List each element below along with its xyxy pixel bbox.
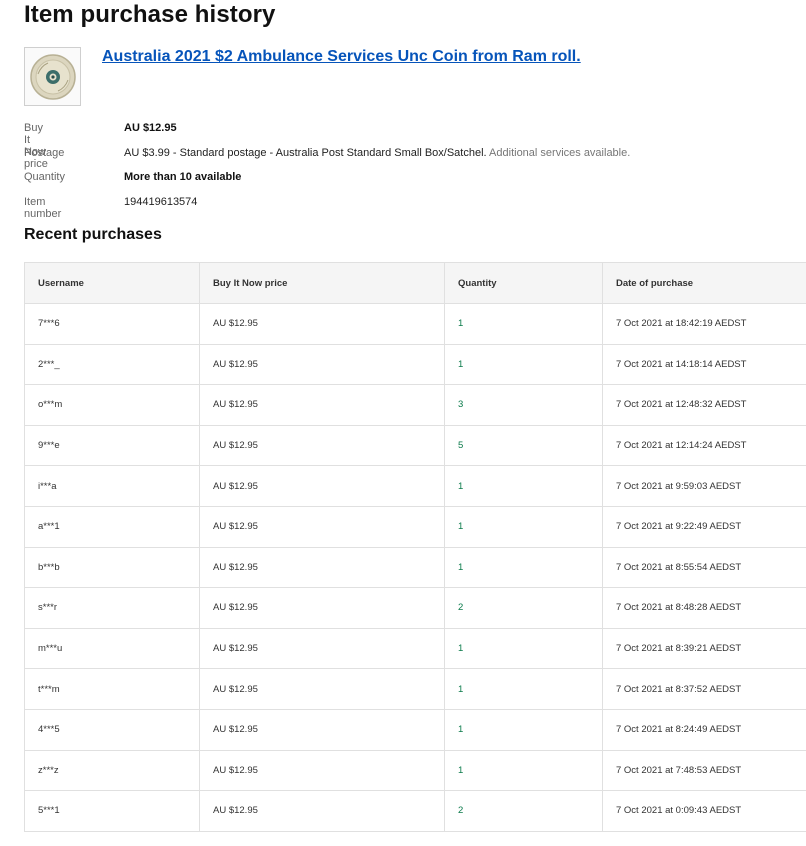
postage-label: Postage <box>24 146 65 159</box>
username-cell: s***r <box>24 587 200 629</box>
table-row: s***r AU $12.95 2 7 Oct 2021 at 8:48:28 AED… <box>24 587 806 629</box>
username-cell: 4***5 <box>24 708 200 751</box>
price-cell: AU $12.95 <box>199 749 445 792</box>
coin-image-icon <box>29 53 76 100</box>
quantity-cell: 1 <box>444 343 603 386</box>
purchase-history-page: Item purchase history Australia 2021 $2 … <box>0 0 806 846</box>
price-cell: AU $12.95 <box>199 465 445 507</box>
username-cell: o***m <box>24 384 200 426</box>
date-cell: 7 Oct 2021 at 9:22:49 AEDST <box>602 505 806 548</box>
username-cell: z***z <box>24 749 200 792</box>
price-cell: AU $12.95 <box>199 505 445 548</box>
table-header-row: Username Buy It Now price Quantity Date … <box>24 262 806 304</box>
price-cell: AU $12.95 <box>199 668 445 710</box>
quantity-cell: 1 <box>444 668 603 710</box>
table-row: t***m AU $12.95 1 7 Oct 2021 at 8:37:52 AED… <box>24 668 806 710</box>
username-cell: b***b <box>24 546 200 589</box>
column-header-date[interactable]: Date of purchase <box>602 262 806 304</box>
price-cell: AU $12.95 <box>199 627 445 670</box>
username-cell: 7***6 <box>24 303 200 345</box>
quantity-cell: 1 <box>444 303 603 345</box>
table-row: i***a AU $12.95 1 7 Oct 2021 at 9:59:03 AED… <box>24 465 806 507</box>
item-image[interactable] <box>24 47 81 106</box>
table-row: 4***5 AU $12.95 1 7 Oct 2021 at 8:24:49 AED… <box>24 708 806 751</box>
price-cell: AU $12.95 <box>199 708 445 751</box>
quantity-cell: 2 <box>444 790 603 832</box>
username-cell: i***a <box>24 465 200 507</box>
date-cell: 7 Oct 2021 at 8:39:21 AEDST <box>602 627 806 670</box>
table-row: 5***1 AU $12.95 2 7 Oct 2021 at 0:09:43 AED… <box>24 790 806 832</box>
quantity-cell: 1 <box>444 505 603 548</box>
table-row: o***m AU $12.95 3 7 Oct 2021 at 12:48:32 AE… <box>24 384 806 426</box>
price-cell: AU $12.95 <box>199 424 445 467</box>
date-cell: 7 Oct 2021 at 14:18:14 AEDST <box>602 343 806 386</box>
quantity-value: More than 10 available <box>124 171 242 184</box>
quantity-cell: 1 <box>444 749 603 792</box>
quantity-cell: 3 <box>444 384 603 426</box>
item-number-value: 194419613574 <box>124 196 198 209</box>
date-cell: 7 Oct 2021 at 0:09:43 AEDST <box>602 790 806 832</box>
date-cell: 7 Oct 2021 at 9:59:03 AEDST <box>602 465 806 507</box>
postage-text: AU $3.99 - Standard postage - Australia … <box>124 146 487 159</box>
date-cell: 7 Oct 2021 at 8:37:52 AEDST <box>602 668 806 710</box>
price-cell: AU $12.95 <box>199 790 445 832</box>
column-header-username[interactable]: Username <box>24 262 200 304</box>
quantity-cell: 1 <box>444 465 603 507</box>
table-row: b***b AU $12.95 1 7 Oct 2021 at 8:55:54 AED… <box>24 546 806 589</box>
item-title-link[interactable]: Australia 2021 $2 Ambulance Services Unc… <box>102 48 581 66</box>
quantity-cell: 1 <box>444 627 603 670</box>
date-cell: 7 Oct 2021 at 8:55:54 AEDST <box>602 546 806 589</box>
price-cell: AU $12.95 <box>199 384 445 426</box>
quantity-cell: 2 <box>444 587 603 629</box>
table-row: 7***6 AU $12.95 1 7 Oct 2021 at 18:42:19 AE… <box>24 303 806 345</box>
date-cell: 7 Oct 2021 at 7:48:53 AEDST <box>602 749 806 792</box>
date-cell: 7 Oct 2021 at 8:24:49 AEDST <box>602 708 806 751</box>
username-cell: 2***_ <box>24 343 200 386</box>
table-row: 2***_ AU $12.95 1 7 Oct 2021 at 14:18:14 AE… <box>24 343 806 386</box>
username-cell: a***1 <box>24 505 200 548</box>
date-cell: 7 Oct 2021 at 12:48:32 AEDST <box>602 384 806 426</box>
table-row: z***z AU $12.95 1 7 Oct 2021 at 7:48:53 AED… <box>24 749 806 792</box>
quantity-cell: 5 <box>444 424 603 467</box>
purchases-table: Username Buy It Now price Quantity Date … <box>24 262 806 832</box>
price-cell: AU $12.95 <box>199 546 445 589</box>
price-value: AU $12.95 <box>124 122 177 134</box>
item-number-label: Item number <box>24 196 62 221</box>
quantity-cell: 1 <box>444 708 603 751</box>
quantity-cell: 1 <box>444 546 603 589</box>
date-cell: 7 Oct 2021 at 12:14:24 AEDST <box>602 424 806 467</box>
page-title: Item purchase history <box>24 1 276 28</box>
username-cell: t***m <box>24 668 200 710</box>
column-header-price[interactable]: Buy It Now price <box>199 262 445 304</box>
table-row: m***u AU $12.95 1 7 Oct 2021 at 8:39:21 AED… <box>24 627 806 670</box>
username-cell: 5***1 <box>24 790 200 832</box>
price-cell: AU $12.95 <box>199 303 445 345</box>
username-cell: m***u <box>24 627 200 670</box>
postage-value: AU $3.99 - Standard postage - Australia … <box>124 147 630 159</box>
table-row: 9***e AU $12.95 5 7 Oct 2021 at 12:14:24 AE… <box>24 424 806 467</box>
username-cell: 9***e <box>24 424 200 467</box>
date-cell: 7 Oct 2021 at 18:42:19 AEDST <box>602 303 806 345</box>
quantity-label: Quantity <box>24 171 65 184</box>
recent-purchases-heading: Recent purchases <box>24 226 162 243</box>
price-cell: AU $12.95 <box>199 343 445 386</box>
price-cell: AU $12.95 <box>199 587 445 629</box>
date-cell: 7 Oct 2021 at 8:48:28 AEDST <box>602 587 806 629</box>
postage-extra: Additional services available. <box>489 146 631 159</box>
table-row: a***1 AU $12.95 1 7 Oct 2021 at 9:22:49 AED… <box>24 505 806 548</box>
column-header-quantity[interactable]: Quantity <box>444 262 603 304</box>
